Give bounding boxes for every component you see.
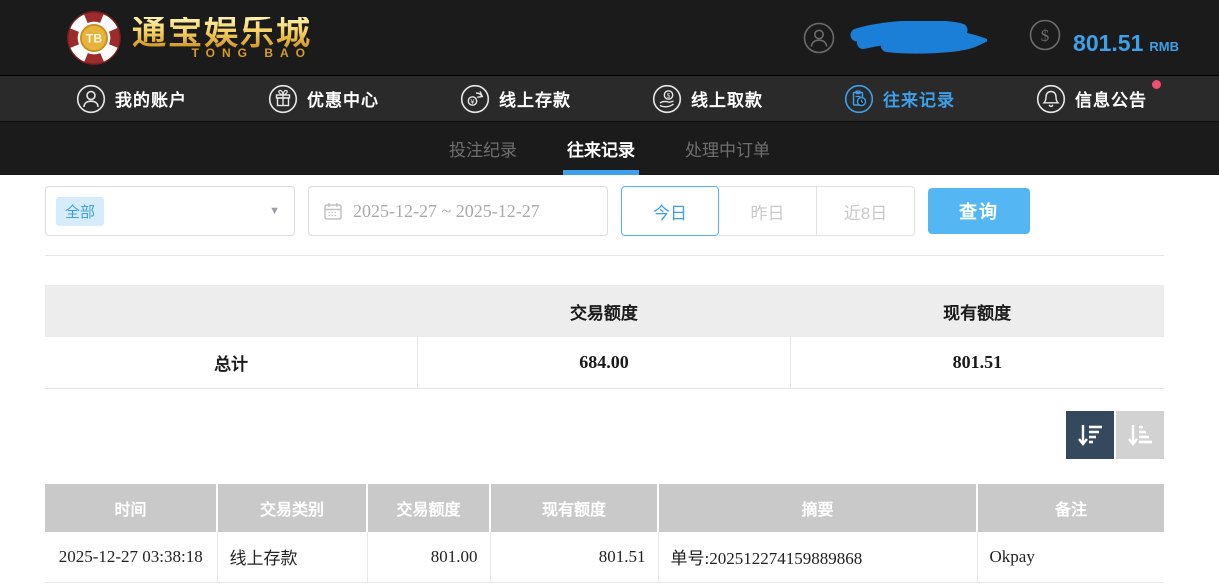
records-header-row: 时间 交易类别 交易额度 现有额度 摘要 备注 — [45, 484, 1164, 532]
col-summary: 摘要 — [658, 484, 977, 532]
svg-text:$: $ — [667, 91, 671, 99]
nav-label: 往来记录 — [883, 86, 955, 111]
summary-header-transaction-amount: 交易额度 — [418, 285, 791, 337]
date-range-input[interactable]: 2025-12-27 ~ 2025-12-27 — [308, 186, 608, 236]
nav-item-promotions[interactable]: 优惠中心 — [268, 84, 379, 114]
sort-asc-icon — [1125, 420, 1155, 450]
summary-transaction-amount: 684.00 — [418, 337, 791, 388]
sub-navigation: 投注纪录 往来记录 处理中订单 — [0, 122, 1219, 175]
records-table: 时间 交易类别 交易额度 现有额度 摘要 备注 2025-12-27 03:38… — [45, 484, 1164, 584]
user-icon — [76, 84, 106, 114]
cell-balance: 801.51 — [490, 532, 658, 583]
sort-controls — [45, 411, 1164, 459]
summary-current-amount: 801.51 — [790, 337, 1164, 388]
svg-text:$: $ — [1041, 26, 1050, 45]
nav-label: 我的账户 — [115, 86, 187, 111]
summary-total-row: 总计 684.00 801.51 — [45, 337, 1164, 388]
summary-header-row: 交易额度 现有额度 — [45, 285, 1164, 337]
col-balance: 现有额度 — [490, 484, 658, 532]
sort-ascending-button[interactable] — [1116, 411, 1164, 459]
tab-pending-orders[interactable]: 处理中订单 — [683, 122, 772, 175]
sort-desc-icon — [1075, 420, 1105, 450]
bell-icon — [1036, 84, 1066, 114]
gift-icon — [268, 84, 298, 114]
col-amount: 交易额度 — [367, 484, 490, 532]
notification-dot — [1152, 80, 1161, 89]
main-navigation: 我的账户 优惠中心 ¥ 线上存款 $ 线上取款 — [0, 76, 1219, 122]
balance-amount: 801.51 — [1073, 30, 1143, 57]
divider — [45, 255, 1164, 256]
calendar-icon — [323, 201, 343, 221]
nav-label: 线上取款 — [691, 86, 763, 111]
selected-type-chip: 全部 — [56, 197, 104, 226]
transaction-type-select[interactable]: 全部 ▼ — [45, 186, 295, 236]
summary-total-label: 总计 — [45, 337, 418, 388]
tab-betting-records[interactable]: 投注纪录 — [447, 122, 519, 175]
nav-item-online-deposit[interactable]: ¥ 线上存款 — [460, 84, 571, 114]
nav-item-transaction-records[interactable]: 往来记录 — [844, 84, 955, 114]
table-row: 2025-12-27 03:38:18 线上存款 801.00 801.51 单… — [45, 532, 1164, 583]
cell-note: Okpay — [977, 532, 1164, 583]
top-header: TB 通宝娱乐城 TONG BAO $ 801.51 RMB — [0, 0, 1219, 76]
cell-type: 线上存款 — [217, 532, 367, 583]
today-button[interactable]: 今日 — [621, 186, 719, 236]
summary-header-current-amount: 现有额度 — [790, 285, 1164, 337]
balance-display[interactable]: $ 801.51 RMB — [1029, 19, 1179, 57]
nav-label: 线上存款 — [499, 86, 571, 111]
dollar-coin-icon: $ — [1029, 19, 1061, 51]
nav-label: 信息公告 — [1075, 86, 1147, 111]
deposit-coin-icon: ¥ — [460, 84, 490, 114]
records-clipboard-icon — [844, 84, 874, 114]
cell-amount: 801.00 — [367, 532, 490, 583]
main-content: 全部 ▼ 2025-12-27 ~ 2025-12-27 今日 昨日 近8日 查… — [0, 175, 1219, 583]
summary-table: 交易额度 现有额度 总计 684.00 801.51 — [45, 285, 1164, 389]
username-redaction-scribble — [849, 21, 987, 55]
nav-item-online-withdrawal[interactable]: $ 线上取款 — [652, 84, 763, 114]
svg-text:TB: TB — [86, 31, 102, 45]
query-button[interactable]: 查询 — [928, 188, 1030, 234]
poker-chip-icon: TB — [66, 10, 122, 66]
brand-logo[interactable]: TB 通宝娱乐城 TONG BAO — [66, 10, 312, 66]
yesterday-button[interactable]: 昨日 — [719, 186, 817, 236]
cell-time: 2025-12-27 03:38:18 — [45, 532, 217, 583]
quick-date-button-group: 今日 昨日 近8日 — [621, 186, 915, 236]
date-range-value: 2025-12-27 ~ 2025-12-27 — [353, 201, 540, 222]
brand-subname: TONG BAO — [192, 47, 312, 59]
col-time: 时间 — [45, 484, 217, 532]
withdraw-hand-icon: $ — [652, 84, 682, 114]
nav-item-my-account[interactable]: 我的账户 — [76, 84, 187, 114]
filter-bar: 全部 ▼ 2025-12-27 ~ 2025-12-27 今日 昨日 近8日 查… — [45, 186, 1219, 236]
col-type: 交易类别 — [217, 484, 367, 532]
user-account-icon[interactable] — [803, 22, 835, 54]
sort-descending-button[interactable] — [1066, 411, 1114, 459]
tab-transaction-records[interactable]: 往来记录 — [565, 122, 637, 175]
last-8-days-button[interactable]: 近8日 — [817, 186, 915, 236]
summary-header-empty — [45, 285, 418, 337]
svg-text:¥: ¥ — [471, 98, 475, 105]
nav-label: 优惠中心 — [307, 86, 379, 111]
chevron-down-icon: ▼ — [269, 205, 280, 217]
col-note: 备注 — [977, 484, 1164, 532]
balance-currency: RMB — [1149, 39, 1179, 54]
cell-summary: 单号:202512274159889868 — [658, 532, 977, 583]
nav-item-announcements[interactable]: 信息公告 — [1036, 84, 1147, 114]
